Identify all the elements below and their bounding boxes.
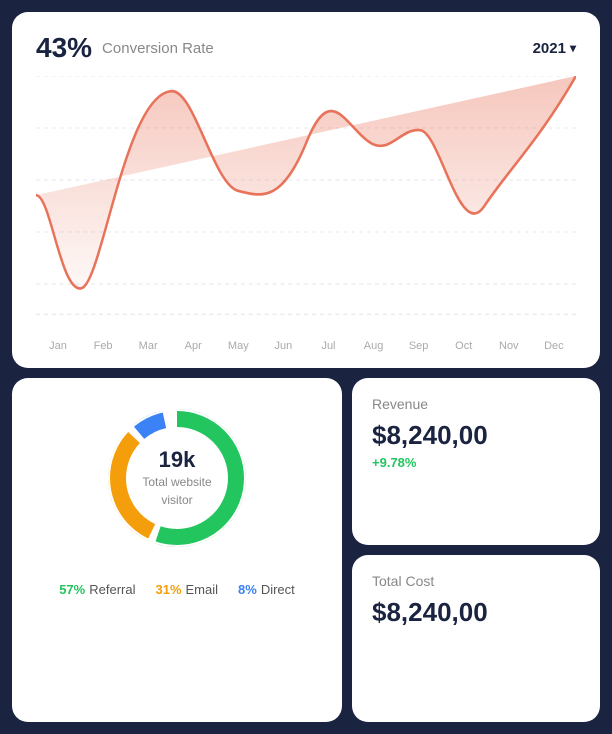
donut-chart: 19k Total websitevisitor — [97, 398, 257, 558]
year-selector[interactable]: 2021 ▾ — [533, 40, 576, 57]
donut-card: 19k Total websitevisitor 57% Referral 31… — [12, 378, 342, 722]
x-label-sep: Sep — [399, 340, 439, 352]
right-cards: Revenue $8,240,00 +9.78% Total Cost $8,2… — [352, 378, 600, 722]
referral-pct: 57% — [59, 582, 85, 597]
line-chart — [36, 76, 576, 336]
total-cost-card: Total Cost $8,240,00 — [352, 555, 600, 722]
donut-center: 19k Total websitevisitor — [142, 447, 211, 509]
top-card: 43% Conversion Rate 2021 ▾ — [12, 12, 600, 368]
referral-label: Referral — [89, 582, 135, 597]
x-label-feb: Feb — [83, 340, 123, 352]
x-label-dec: Dec — [534, 340, 574, 352]
x-label-aug: Aug — [354, 340, 394, 352]
email-pct: 31% — [155, 582, 181, 597]
chevron-down-icon: ▾ — [570, 41, 576, 55]
x-label-mar: Mar — [128, 340, 168, 352]
direct-label: Direct — [261, 582, 295, 597]
x-label-nov: Nov — [489, 340, 529, 352]
donut-sublabel: Total websitevisitor — [142, 475, 211, 507]
donut-value: 19k — [142, 447, 211, 473]
x-label-may: May — [218, 340, 258, 352]
email-label: Email — [186, 582, 219, 597]
x-label-apr: Apr — [173, 340, 213, 352]
top-card-header: 43% Conversion Rate 2021 ▾ — [36, 32, 576, 64]
legend-referral: 57% Referral — [59, 582, 135, 597]
total-cost-title: Total Cost — [372, 573, 580, 589]
x-axis-labels: Jan Feb Mar Apr May Jun Jul Aug Sep Oct … — [36, 336, 576, 352]
legend-direct: 8% Direct — [238, 582, 295, 597]
revenue-change: +9.78% — [372, 455, 580, 470]
conversion-percentage: 43% — [36, 32, 92, 64]
revenue-card: Revenue $8,240,00 +9.78% — [352, 378, 600, 545]
total-cost-value: $8,240,00 — [372, 597, 580, 628]
donut-legend: 57% Referral 31% Email 8% Direct — [59, 582, 295, 597]
revenue-value: $8,240,00 — [372, 420, 580, 451]
revenue-title: Revenue — [372, 396, 580, 412]
bottom-section: 19k Total websitevisitor 57% Referral 31… — [12, 378, 600, 722]
year-value: 2021 — [533, 40, 566, 57]
conversion-rate-label: 43% Conversion Rate — [36, 32, 214, 64]
legend-email: 31% Email — [155, 582, 218, 597]
x-label-jun: Jun — [263, 340, 303, 352]
conversion-label: Conversion Rate — [102, 40, 214, 57]
direct-pct: 8% — [238, 582, 257, 597]
x-label-jul: Jul — [308, 340, 348, 352]
x-label-oct: Oct — [444, 340, 484, 352]
x-label-jan: Jan — [38, 340, 78, 352]
